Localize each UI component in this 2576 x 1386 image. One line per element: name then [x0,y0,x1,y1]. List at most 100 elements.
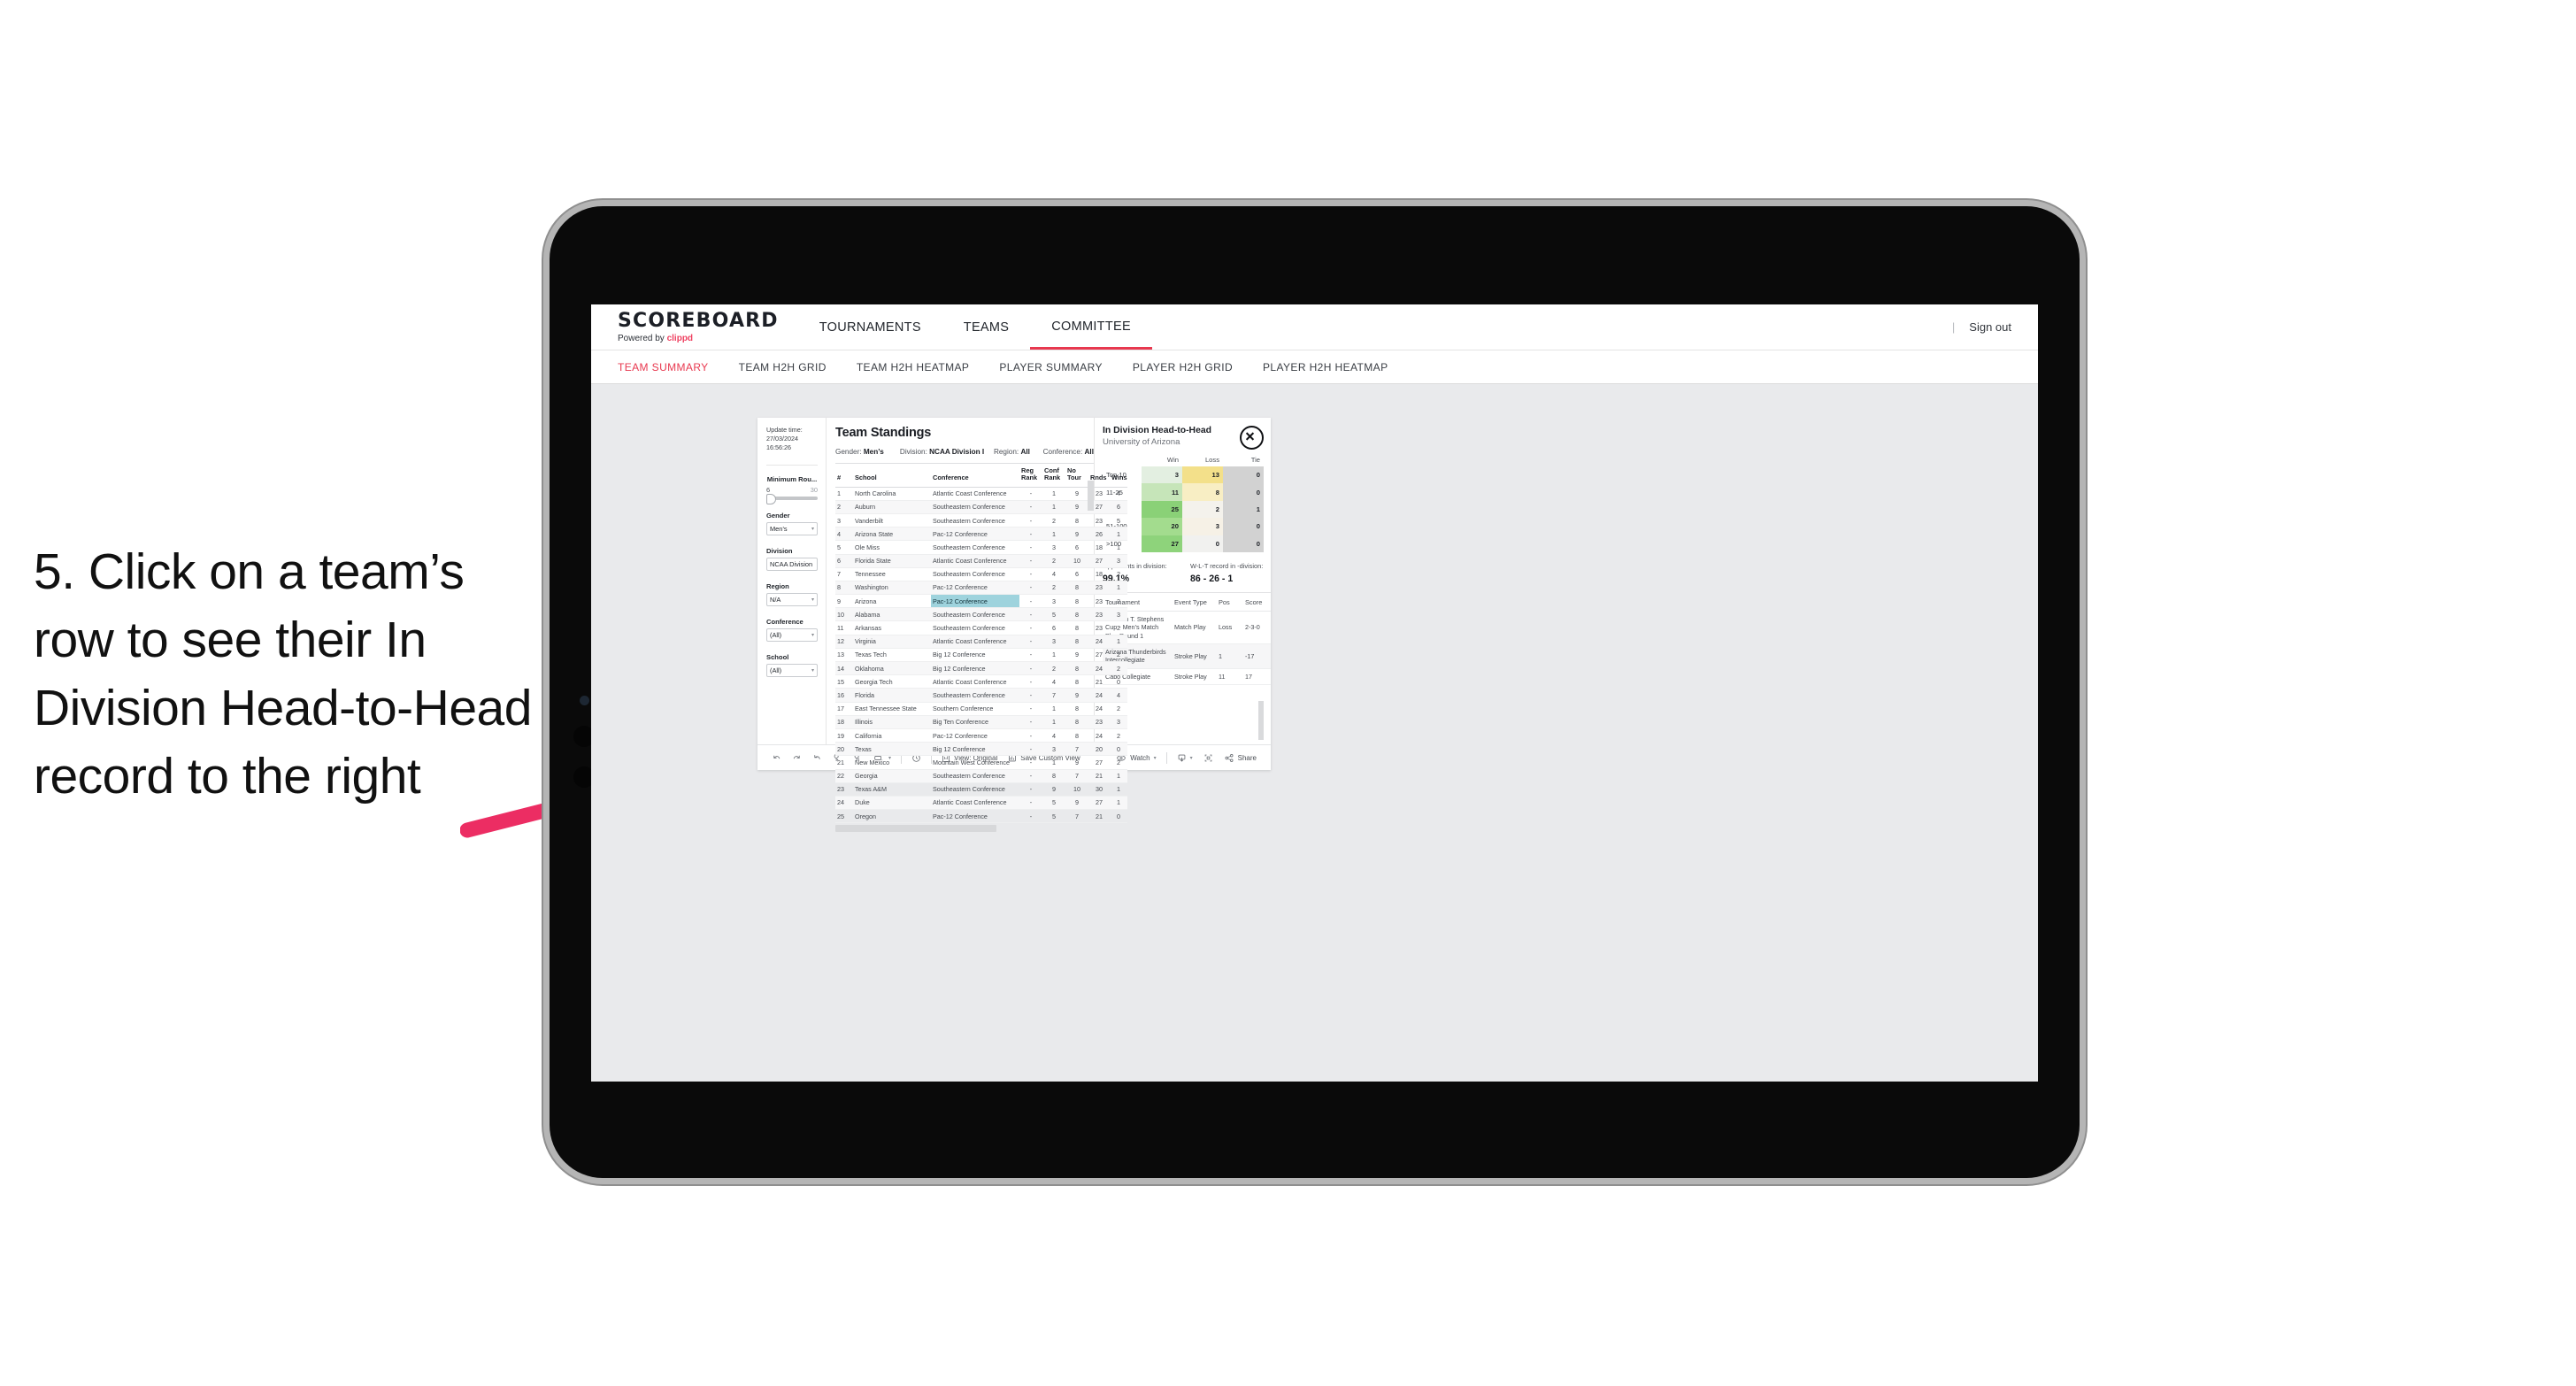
table-row[interactable]: 15 Georgia Tech Atlantic Coast Conference -… [835,674,1127,689]
table-row[interactable]: 23 Texas A&M Southeastern Conference -9 10 30… [835,782,1127,797]
table-row[interactable]: 2 Auburn Southeastern Conference -1 9 27 6 [835,500,1127,514]
subtab-player-summary[interactable]: PLAYER SUMMARY [999,361,1118,373]
subtab-team-h2h-heatmap[interactable]: TEAM H2H HEATMAP [857,361,985,373]
cell-reg: - [1019,742,1042,757]
table-row[interactable]: 16 Florida Southeastern Conference -7 9 24 4 [835,688,1127,703]
h2h-cell-tie: 0 [1223,483,1264,501]
topnav-tournaments[interactable]: TOURNAMENTS [798,306,942,348]
cell-school: New Mexico [853,755,931,770]
table-row[interactable]: 22 Georgia Southeastern Conference -8 7 21 1 [835,769,1127,783]
cell-wins: 1 [1110,635,1127,649]
subtab-player-h2h-heatmap[interactable]: PLAYER H2H HEATMAP [1263,361,1403,373]
table-row[interactable]: 13 Texas Tech Big 12 Conference -1 9 27 2 [835,648,1127,663]
col-reg-rank[interactable]: Reg Rank [1019,464,1042,488]
subtab-player-h2h-grid[interactable]: PLAYER H2H GRID [1133,361,1248,373]
cell-rnds: 26 [1088,527,1110,542]
chip-conference-value: All [1084,448,1094,456]
fullscreen-button[interactable] [1198,753,1219,763]
tournament-row[interactable]: Cabo Collegiate Stroke Play 11 17 [1103,668,1271,686]
table-row[interactable]: 3 Vanderbilt Southeastern Conference -2 8 23 5 [835,513,1127,528]
cell-nt: 8 [1065,674,1088,689]
redo-icon[interactable] [787,753,807,763]
cell-nt: 8 [1065,715,1088,729]
table-row[interactable]: 1 North Carolina Atlantic Coast Conference… [835,487,1127,501]
col-wins[interactable]: Wins [1110,464,1127,488]
trn-col-score[interactable]: Score [1242,592,1271,612]
standings-vertical-scrollbar[interactable] [1088,481,1094,511]
table-row[interactable]: 8 Washington Pac-12 Conference -2 8 23 1 [835,581,1127,596]
table-row[interactable]: 6 Florida State Atlantic Coast Conference -… [835,554,1127,568]
conference-select[interactable]: (All) ▾ [766,628,818,643]
col-conf-rank[interactable]: Conf Rank [1042,464,1065,488]
cell-cr: 1 [1042,702,1065,716]
table-row[interactable]: 18 Illinois Big Ten Conference -1 8 23 3 [835,715,1127,729]
slider-handle[interactable] [766,494,776,505]
topnav-teams[interactable]: TEAMS [942,306,1030,348]
cell-conf: Pac-12 Conference [931,581,1019,596]
table-row[interactable]: 9 Arizona Pac-12 Conference -3 8 23 2 [835,594,1127,609]
trn-col-pos[interactable]: Pos [1216,592,1242,612]
division-select[interactable]: NCAA Division I [766,558,818,572]
h2h-cell-tie: 0 [1223,518,1264,535]
tournament-row[interactable]: Arizona Thunderbirds Intercollegiate Stro… [1103,643,1271,669]
table-row[interactable]: 10 Alabama Southeastern Conference -5 8 23 3 [835,607,1127,622]
table-row[interactable]: 7 Tennessee Southeastern Conference -4 6 18 2 [835,567,1127,581]
cell-rnds: 30 [1088,782,1110,797]
undo-icon[interactable] [766,753,787,763]
team-standings-panel: Team Standings Gender: Men’s Division: N… [827,418,1127,833]
col-no-tour[interactable]: No Tour [1065,464,1088,488]
subtab-team-h2h-grid[interactable]: TEAM H2H GRID [739,361,842,373]
workspace: Update time: 27/03/2024 16:56:26 Minimum… [591,384,2038,1082]
table-row[interactable]: 25 Oregon Pac-12 Conference -5 7 21 0 [835,809,1127,824]
cell-school: California [853,728,931,743]
cell-cr: 4 [1042,728,1065,743]
trn-col-event-type[interactable]: Event Type [1172,592,1216,612]
chip-region-value: All [1020,448,1030,456]
table-row[interactable]: 5 Ole Miss Southeastern Conference -3 6 18 1 [835,540,1127,555]
col-rank[interactable]: # [835,464,853,488]
cell-rnds: 21 [1088,769,1110,783]
minimum-rounds-slider[interactable] [766,494,818,505]
table-row[interactable]: 12 Virginia Atlantic Coast Conference -3 8 24… [835,635,1127,649]
tournament-row[interactable]: Jackson T. Stephens Cup - Men’s Match Pl… [1103,611,1271,644]
signout-link[interactable]: Sign out [1969,320,2011,334]
table-row[interactable]: 4 Arizona State Pac-12 Conference -1 9 26 1 [835,527,1127,542]
cell-school: Virginia [853,635,931,649]
school-select[interactable]: (All) ▾ [766,664,818,678]
tournament-scrollbar[interactable] [1258,701,1264,740]
scrollbar-thumb[interactable] [835,825,996,833]
table-row[interactable]: 20 Texas Big 12 Conference -3 7 20 0 [835,742,1127,757]
region-filter-label: Region [766,582,789,591]
gender-value: Men’s [770,525,788,534]
share-button[interactable]: Share [1219,753,1262,763]
cell-rank: 4 [835,527,853,542]
cell-cr: 8 [1042,769,1065,783]
download-button[interactable]: ▾ [1172,753,1198,763]
cell-reg: - [1019,769,1042,783]
cell-cr: 1 [1042,715,1065,729]
cell-wins: 0 [1110,742,1127,757]
cell-conf: Southeastern Conference [931,513,1019,528]
subtab-team-summary[interactable]: TEAM SUMMARY [618,361,724,373]
h2h-cell-win: 3 [1142,466,1182,484]
h2h-cell-tie: 0 [1223,466,1264,484]
gender-select[interactable]: Men’s ▾ [766,522,818,536]
table-row[interactable]: 17 East Tennessee State Southern Conferenc… [835,702,1127,716]
table-row[interactable]: 21 New Mexico Mountain West Conference -1 9 2… [835,755,1127,770]
chevron-down-icon: ▾ [811,668,814,674]
table-row[interactable]: 11 Arkansas Southeastern Conference -6 8 23 2 [835,620,1127,635]
cell-nt: 7 [1065,742,1088,757]
table-row[interactable]: 14 Oklahoma Big 12 Conference -2 8 24 2 [835,661,1127,676]
revert-icon[interactable] [807,753,827,763]
cell-reg: - [1019,513,1042,528]
region-select[interactable]: N/A ▾ [766,593,818,607]
signout-area: | Sign out [1952,320,2038,334]
close-circle-icon[interactable] [1240,426,1264,450]
col-conference[interactable]: Conference [931,464,1019,488]
col-school[interactable]: School [853,464,931,488]
table-row[interactable]: 24 Duke Atlantic Coast Conference -5 9 27 1 [835,796,1127,811]
cell-school: Alabama [853,607,931,622]
table-row[interactable]: 19 California Pac-12 Conference -4 8 24 2 [835,728,1127,743]
topnav-committee[interactable]: COMMITTEE [1030,305,1152,350]
app-logo[interactable]: SCOREBOARD Powered by clippd [591,311,798,343]
